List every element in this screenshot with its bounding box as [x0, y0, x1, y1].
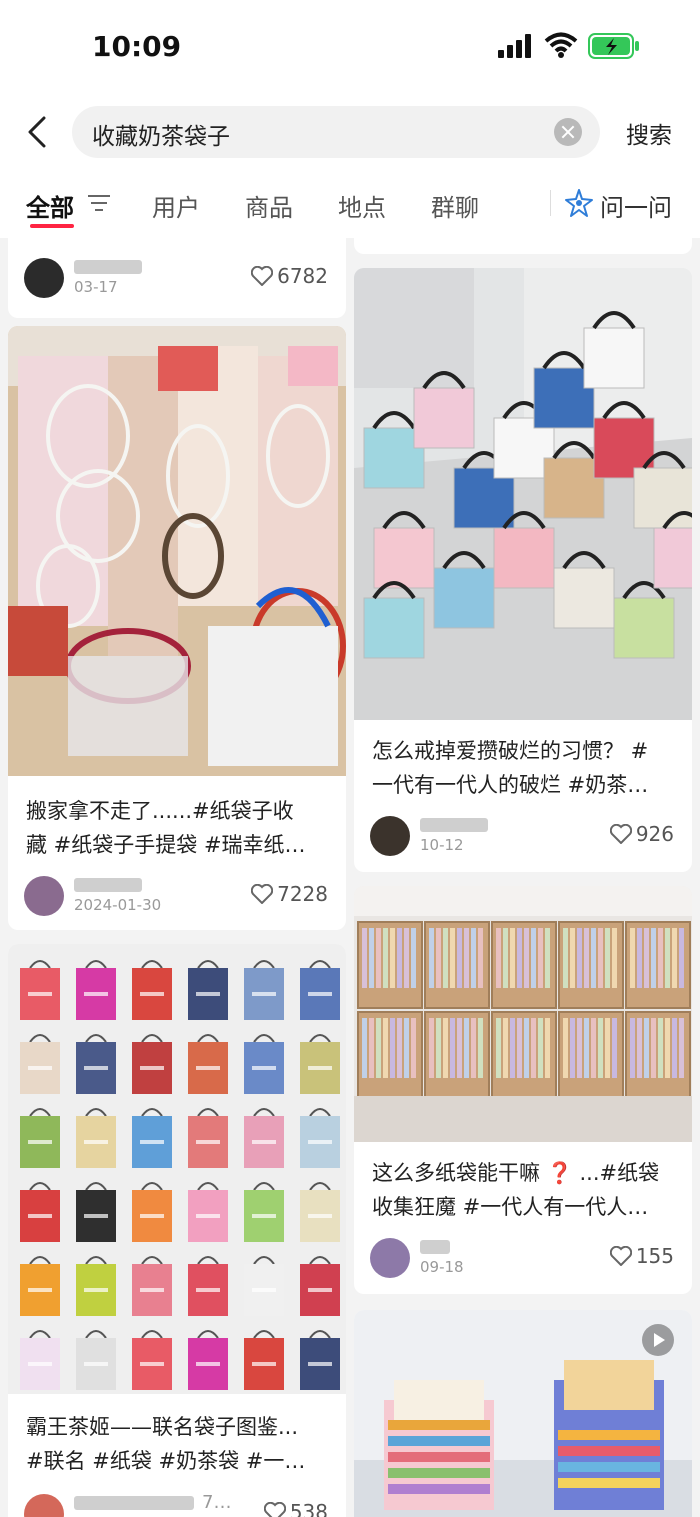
clear-search-icon[interactable]	[554, 118, 582, 146]
sparkle-star-icon[interactable]	[564, 188, 594, 218]
like-count-value: 538	[289, 1500, 328, 1517]
like-count[interactable]: 6782	[251, 264, 328, 288]
bags-on-floor-photo	[354, 268, 692, 720]
post-date: 10-12	[420, 836, 464, 854]
tab-products[interactable]: 商品	[245, 188, 293, 223]
tab-divider	[550, 190, 551, 216]
note-title-line-2: 藏 #纸袋子手提袋 #瑞幸纸…	[26, 833, 306, 857]
like-count[interactable]: 7228	[251, 882, 328, 906]
battery-icon	[588, 33, 639, 59]
storage-boxes-photo	[354, 886, 692, 1142]
active-tab-indicator	[30, 224, 74, 228]
like-count-value: 926	[635, 822, 674, 846]
avatar[interactable]	[370, 1238, 410, 1278]
note-title-line-1: 霸王茶姬——联名袋子图鉴...	[26, 1415, 299, 1439]
like-count[interactable]: 926	[609, 822, 674, 846]
filter-icon[interactable]	[88, 194, 110, 212]
author-name[interactable]	[420, 818, 488, 832]
search-button[interactable]: 搜索	[626, 116, 672, 150]
video-note-card[interactable]: 纸袋展示	[354, 1310, 692, 1517]
author-name-tail: 7…	[202, 1492, 232, 1513]
heart-icon[interactable]	[263, 1502, 286, 1517]
note-card[interactable]: 03-17 6782	[8, 238, 346, 318]
tab-places[interactable]: 地点	[338, 188, 386, 223]
note-title-line-2: 收集狂魔 #一代人有一代人…	[372, 1195, 649, 1219]
like-count-value: 6782	[277, 264, 328, 288]
avatar[interactable]	[24, 876, 64, 916]
note-card[interactable]	[354, 238, 692, 254]
post-date: 09-18	[420, 1258, 464, 1276]
note-card[interactable]: 霸王茶姬——联名袋子图鉴... #联名 #纸袋 #奶茶袋 #一… 7… 538	[8, 944, 346, 1517]
tab-group-chats[interactable]: 群聊	[431, 188, 479, 223]
note-card[interactable]: 怎么戒掉爱攒破烂的习惯？ # 一代有一代人的破烂 #奶茶… 10-12 926	[354, 268, 692, 872]
author-name[interactable]	[74, 260, 142, 274]
post-date: 03-17	[74, 278, 118, 296]
post-date: 2024-01-30	[74, 896, 162, 914]
results-feed: 03-17 6782 搬家拿不走了......#纸袋子收 藏 #纸袋子手提袋 #…	[0, 238, 700, 1517]
note-title-line-2: 一代有一代人的破烂 #奶茶…	[372, 773, 649, 797]
ask-button[interactable]: 问一问	[600, 188, 672, 223]
heart-icon[interactable]	[609, 824, 632, 844]
author-name[interactable]	[74, 878, 142, 892]
note-title-line-1: 这么多纸袋能干嘛 ❓ ...#纸袋	[372, 1161, 660, 1185]
card-meta: 7… 538	[24, 1492, 330, 1517]
author-name[interactable]	[74, 1496, 194, 1510]
like-count[interactable]: 538	[263, 1500, 328, 1517]
heart-icon[interactable]	[251, 266, 274, 286]
like-count[interactable]: 155	[609, 1244, 674, 1268]
avatar[interactable]	[24, 1494, 64, 1517]
video-play-icon[interactable]	[642, 1324, 674, 1356]
search-input[interactable]: 收藏奶茶袋子	[72, 106, 600, 158]
search-header: 收藏奶茶袋子 搜索	[0, 96, 700, 168]
avatar[interactable]	[370, 816, 410, 856]
bag-grid-photo	[8, 944, 346, 1394]
card-meta: 2024-01-30 7228	[24, 874, 330, 918]
heart-icon[interactable]	[251, 884, 274, 904]
heart-icon[interactable]	[609, 1246, 632, 1266]
status-time: 10:09	[92, 30, 182, 63]
like-count-value: 155	[635, 1244, 674, 1268]
card-meta: 10-12 926	[370, 814, 676, 858]
signal-icon	[498, 34, 531, 58]
search-query: 收藏奶茶袋子	[92, 124, 230, 150]
tab-all[interactable]: 全部	[26, 188, 74, 223]
like-count-value: 7228	[277, 882, 328, 906]
card-meta: 03-17 6782	[24, 256, 330, 300]
back-arrow-icon[interactable]	[24, 114, 52, 150]
bag-pile-photo	[8, 326, 346, 776]
image-overlay-caption: 纸袋展示	[434, 1506, 602, 1517]
filter-tabs: 全部 用户 商品 地点 群聊 问一问	[0, 168, 700, 238]
tab-users[interactable]: 用户	[152, 188, 200, 223]
note-title-line-1: 搬家拿不走了......#纸袋子收	[26, 799, 294, 823]
note-title-line-1: 怎么戒掉爱攒破烂的习惯？ #	[372, 739, 649, 763]
note-card[interactable]: 搬家拿不走了......#纸袋子收 藏 #纸袋子手提袋 #瑞幸纸… 2024-0…	[8, 326, 346, 930]
wifi-icon	[544, 32, 578, 58]
note-card[interactable]: 这么多纸袋能干嘛 ❓ ...#纸袋 收集狂魔 #一代人有一代人… 09-18 1…	[354, 886, 692, 1294]
author-name[interactable]	[420, 1240, 450, 1254]
card-meta: 09-18 155	[370, 1236, 676, 1280]
status-bar: 10:09	[0, 0, 700, 96]
avatar[interactable]	[24, 258, 64, 298]
note-title-line-2: #联名 #纸袋 #奶茶袋 #一…	[26, 1449, 306, 1473]
